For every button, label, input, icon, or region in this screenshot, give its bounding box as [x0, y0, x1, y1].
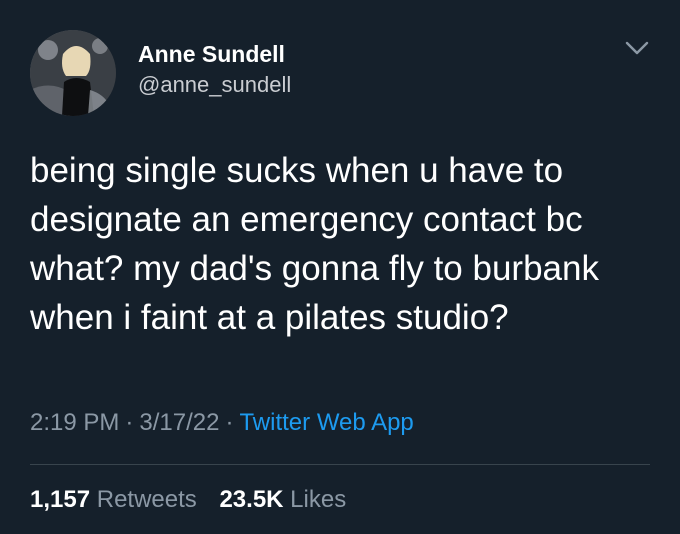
- tweet-stats: 1,157 Retweets 23.5K Likes: [30, 484, 362, 516]
- tweet-date[interactable]: 3/17/22: [139, 409, 219, 436]
- meta-separator: ·: [125, 409, 134, 436]
- tweet-text: being single sucks when u have to designa…: [30, 146, 660, 342]
- author-info: Anne Sundell @anne_sundell: [138, 40, 291, 99]
- tweet-source-link[interactable]: Twitter Web App: [239, 409, 413, 436]
- likes-count: 23.5K: [219, 486, 284, 513]
- tweet-time[interactable]: 2:19 PM: [30, 409, 119, 436]
- tweet-text-line: when i faint at a pilates studio?: [30, 298, 509, 337]
- likes-label: Likes: [290, 486, 347, 513]
- retweets-stat[interactable]: 1,157 Retweets: [30, 484, 197, 516]
- display-name[interactable]: Anne Sundell: [138, 40, 291, 68]
- tweet-text-line: being single sucks when u have to: [30, 151, 564, 190]
- avatar-photo: [30, 30, 116, 116]
- meta-separator: ·: [225, 409, 234, 436]
- tweet-text-line: what? my dad's gonna fly to burbank: [30, 249, 599, 288]
- user-handle[interactable]: @anne_sundell: [138, 71, 291, 99]
- tweet-card: Anne Sundell @anne_sundell being single …: [0, 0, 680, 534]
- tweet-meta: 2:19 PM · 3/17/22 · Twitter Web App: [30, 408, 414, 438]
- retweets-label: Retweets: [96, 486, 197, 513]
- avatar[interactable]: [30, 30, 116, 116]
- retweets-count: 1,157: [30, 486, 91, 513]
- chevron-down-icon[interactable]: [624, 38, 650, 58]
- tweet-text-line: designate an emergency contact bc: [30, 200, 583, 239]
- divider: [30, 464, 650, 465]
- likes-stat[interactable]: 23.5K Likes: [219, 484, 346, 516]
